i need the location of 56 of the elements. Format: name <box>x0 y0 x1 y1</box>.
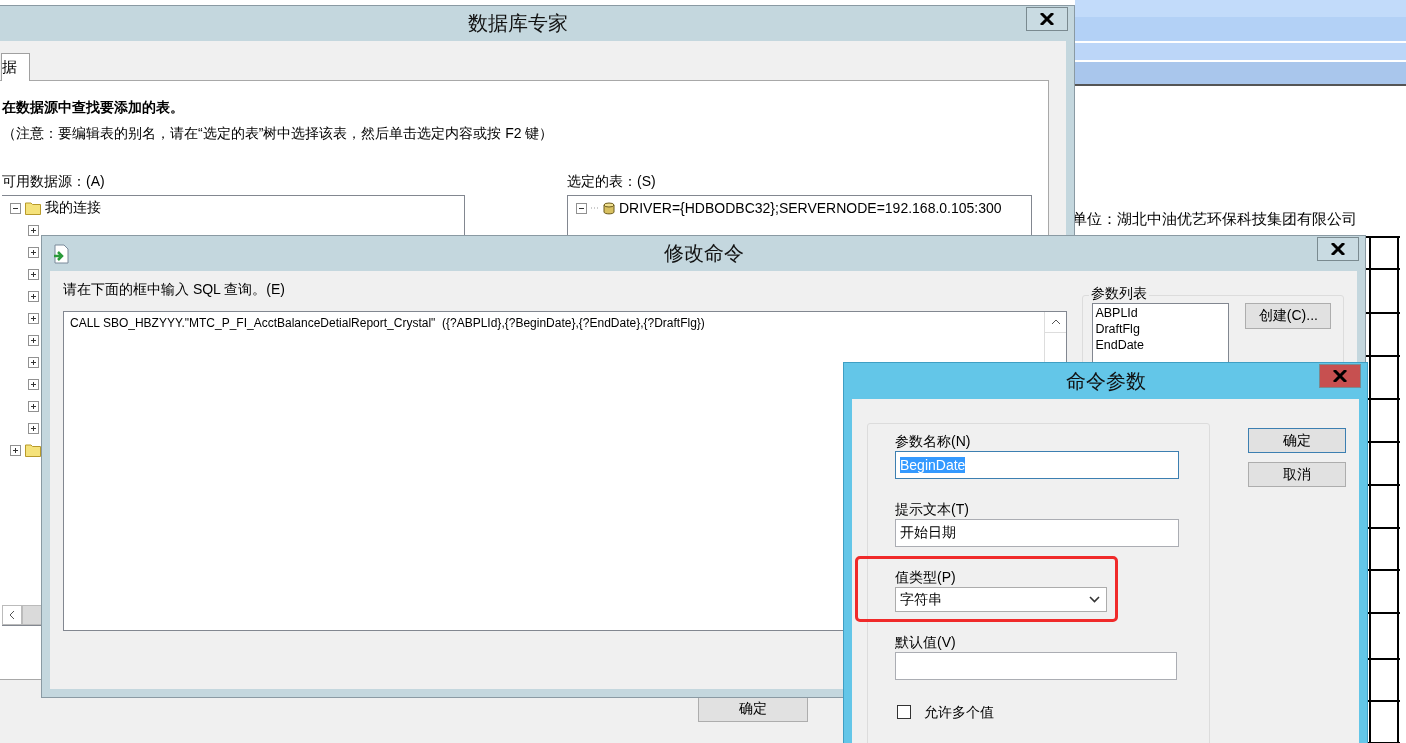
ok-button[interactable]: 确定 <box>698 696 808 722</box>
checkbox[interactable] <box>897 705 911 719</box>
list-item[interactable]: DraftFlg <box>1095 321 1227 337</box>
expand-icon[interactable] <box>28 422 39 434</box>
tab[interactable]: 据 <box>1 53 30 81</box>
create-button[interactable]: 创建(C)... <box>1245 303 1332 329</box>
tree-item[interactable]: 我的连接 <box>45 199 101 217</box>
tree-connector-line <box>591 207 599 209</box>
close-button[interactable] <box>1319 364 1361 388</box>
input-field[interactable]: 开始日期 <box>895 519 1179 547</box>
window-title: 修改命令 <box>663 241 744 266</box>
chevron-down-icon <box>1089 596 1100 603</box>
database-icon <box>603 201 615 215</box>
group-label: 参数列表 <box>1089 285 1150 303</box>
input-field[interactable] <box>895 652 1177 680</box>
window-title: 命令参数 <box>1065 368 1146 394</box>
close-button[interactable] <box>1317 237 1359 261</box>
expand-icon[interactable] <box>28 290 39 302</box>
collapse-icon[interactable] <box>10 202 21 214</box>
chevron-up-icon <box>1050 319 1061 325</box>
expand-icon[interactable] <box>28 400 39 412</box>
close-icon <box>1040 13 1054 25</box>
expand-icon[interactable] <box>28 224 39 236</box>
folder-icon <box>25 201 41 215</box>
document-icon <box>52 244 70 264</box>
field-label: 提示文本(T) <box>895 500 970 518</box>
prompt-label: 请在下面的框中输入 SQL 查询。(E) <box>63 281 286 299</box>
close-button[interactable] <box>1026 7 1068 31</box>
expand-icon[interactable] <box>28 246 39 258</box>
expand-icon[interactable] <box>28 334 39 346</box>
list-item[interactable]: EndDate <box>1095 337 1227 353</box>
expand-icon[interactable] <box>28 268 39 280</box>
expand-icon[interactable] <box>28 356 39 368</box>
list-item[interactable]: ABPLId <box>1095 305 1227 321</box>
expand-icon[interactable] <box>28 312 39 324</box>
list-label: 选定的表：(S) <box>567 173 657 191</box>
folder-icon <box>25 443 41 457</box>
chevron-left-icon <box>9 610 15 620</box>
window-title: 数据库专家 <box>467 11 568 36</box>
close-icon <box>1333 370 1347 382</box>
company-label: 单位：湖北中油优艺环保科技集团有限公司 <box>1072 210 1357 229</box>
dropdown-field[interactable]: 字符串 <box>895 587 1107 612</box>
list-label: 可用数据源：(A) <box>2 173 106 191</box>
expand-icon[interactable] <box>10 444 21 456</box>
tree-item[interactable]: DRIVER={HDBODBC32};SERVERNODE=192.168.0.105:300 <box>619 200 1002 216</box>
field-label: 参数名称(N) <box>895 432 972 450</box>
instruction-text: 在数据源中查找要添加的表。 <box>2 99 185 117</box>
dialog-button[interactable]: 确定 <box>1248 428 1346 453</box>
checkbox-label: 允许多个值 <box>924 703 994 721</box>
note-text: （注意：要编辑表的别名，请在“选定的表”树中选择该表，然后单击选定内容或按 F2 键） <box>2 125 555 143</box>
expand-icon[interactable] <box>28 378 39 390</box>
collapse-icon[interactable] <box>576 202 587 214</box>
field-label: 值类型(P) <box>895 568 957 586</box>
field-label: 默认值(V) <box>895 633 957 651</box>
dialog-button[interactable]: 取消 <box>1248 462 1346 487</box>
close-icon <box>1331 243 1345 255</box>
